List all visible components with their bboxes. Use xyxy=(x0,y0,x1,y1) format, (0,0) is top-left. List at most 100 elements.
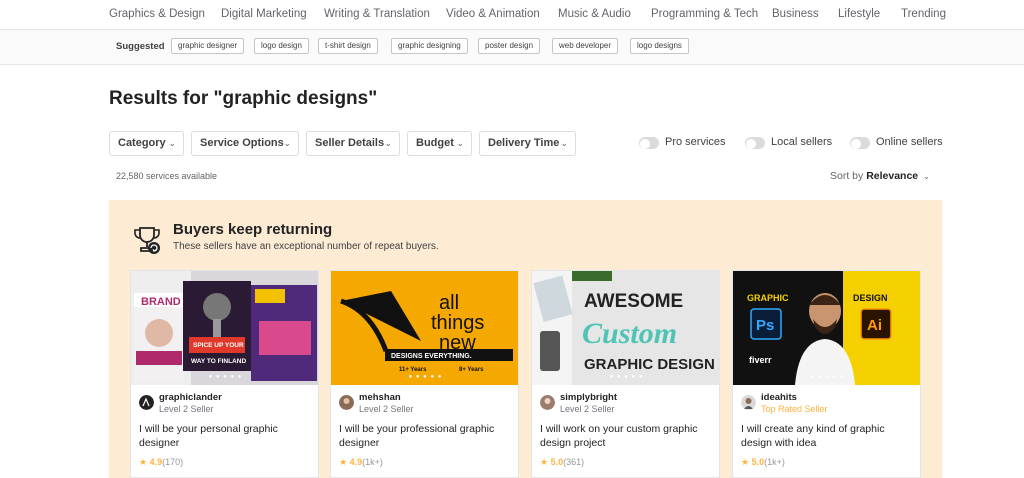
thumb-text: DESIGNS EVERYTHING. xyxy=(391,353,472,360)
star-icon: ★ xyxy=(540,457,549,467)
filter-label: Delivery Time xyxy=(488,137,560,149)
rating-count: (361) xyxy=(563,457,585,467)
chevron-down-icon: ⌄ xyxy=(384,138,392,148)
seller-level: Level 2 Seller xyxy=(359,404,414,414)
suggested-chip[interactable]: logo design xyxy=(254,38,309,54)
carousel-dots[interactable]: ● ● ● ● ● xyxy=(733,374,920,380)
gig-card[interactable]: all things new DESIGNS EVERYTHING. 11+ Y… xyxy=(330,270,519,478)
thumb-text: Ps xyxy=(756,317,774,334)
panel-title: Buyers keep returning xyxy=(173,221,333,238)
gig-title[interactable]: I will create any kind of graphic design… xyxy=(741,422,913,450)
trophy-icon xyxy=(134,227,160,254)
gig-card[interactable]: BRAND SPICE UP YOUR WAY TO FINLAND ● ● ●… xyxy=(130,270,319,478)
thumb-text: Ai xyxy=(867,317,882,334)
suggested-chip[interactable]: graphic designing xyxy=(391,38,468,54)
suggested-chip[interactable]: poster design xyxy=(478,38,541,54)
thumb-text: AWESOME xyxy=(584,291,683,312)
filter-seller-details[interactable]: Seller Details ⌄ xyxy=(306,131,400,156)
seller-name[interactable]: mehshan xyxy=(359,392,401,403)
thumb-text: GRAPHIC DESIGN xyxy=(584,356,715,373)
gig-rating: ★ 4.9(170) xyxy=(139,457,183,468)
rating-count: (170) xyxy=(162,457,184,467)
chevron-down-icon: ⌄ xyxy=(456,138,464,148)
seller-name[interactable]: ideahits xyxy=(761,392,797,403)
gig-thumbnail[interactable]: AWESOME Custom GRAPHIC DESIGN ● ● ● ● ● xyxy=(532,271,719,385)
filter-budget[interactable]: Budget ⌄ xyxy=(407,131,472,156)
nav-item-video-animation[interactable]: Video & Animation xyxy=(446,8,540,20)
thumb-text: Custom xyxy=(582,317,677,350)
thumb-text: 11+ Years xyxy=(399,367,427,373)
nav-item-writing-translation[interactable]: Writing & Translation xyxy=(324,8,430,20)
gig-title[interactable]: I will be your personal graphic designer xyxy=(139,422,311,450)
suggested-chip[interactable]: logo designs xyxy=(630,38,689,54)
gig-thumbnail[interactable]: GRAPHIC Ps DESIGN Ai fiverr ● ● ● ● ● xyxy=(733,271,920,385)
carousel-dots[interactable]: ● ● ● ● ● xyxy=(331,374,518,380)
thumb-text: WAY TO FINLAND xyxy=(191,358,246,365)
suggested-chip[interactable]: t-shirt design xyxy=(318,38,378,54)
toggle-label: Online sellers xyxy=(876,136,943,148)
gig-thumbnail[interactable]: BRAND SPICE UP YOUR WAY TO FINLAND ● ● ●… xyxy=(131,271,318,385)
category-nav: Graphics & Design Digital Marketing Writ… xyxy=(0,0,1024,30)
suggested-chip[interactable]: graphic designer xyxy=(171,38,245,54)
toggle-switch[interactable] xyxy=(745,137,765,149)
star-icon: ★ xyxy=(741,457,750,467)
rating-score: 5.0 xyxy=(751,457,765,467)
chevron-down-icon: ⌄ xyxy=(923,172,930,181)
carousel-dots[interactable]: ● ● ● ● ● xyxy=(131,374,318,380)
toggle-label: Local sellers xyxy=(771,136,833,148)
filter-service-options[interactable]: Service Options ⌄ xyxy=(191,131,299,156)
gig-title[interactable]: I will be your professional graphic desi… xyxy=(339,422,511,450)
rating-score: 5.0 xyxy=(550,457,564,467)
avatar[interactable] xyxy=(339,395,354,410)
results-count: 22,580 services available xyxy=(116,171,218,181)
chevron-down-icon: ⌄ xyxy=(168,138,176,148)
avatar[interactable] xyxy=(139,395,154,410)
chevron-down-icon: ⌄ xyxy=(283,138,291,148)
filter-category[interactable]: Category ⌄ xyxy=(109,131,184,156)
chevron-down-icon: ⌄ xyxy=(560,138,568,148)
rating-score: 4.9 xyxy=(149,457,163,467)
nav-item-programming-tech[interactable]: Programming & Tech xyxy=(651,8,758,20)
suggested-chip[interactable]: web developer xyxy=(552,38,619,54)
seller-level: Top Rated Seller xyxy=(761,404,828,414)
seller-level: Level 2 Seller xyxy=(159,404,214,414)
gig-rating: ★ 5.0(1k+) xyxy=(741,457,785,468)
filter-label: Category xyxy=(118,137,166,149)
thumb-text: 8+ Years xyxy=(459,367,484,373)
gig-card[interactable]: GRAPHIC Ps DESIGN Ai fiverr ● ● ● ● ● id… xyxy=(732,270,921,478)
avatar[interactable] xyxy=(741,395,756,410)
star-icon: ★ xyxy=(339,457,348,467)
filter-delivery-time[interactable]: Delivery Time ⌄ xyxy=(479,131,576,156)
nav-item-trending[interactable]: Trending xyxy=(901,8,946,20)
seller-name[interactable]: simplybright xyxy=(560,392,617,403)
thumb-text: DESIGN xyxy=(853,293,888,303)
filter-label: Service Options xyxy=(200,137,284,149)
sort-dropdown[interactable]: Sort by Relevance ⌄ xyxy=(830,170,930,182)
gig-card[interactable]: AWESOME Custom GRAPHIC DESIGN ● ● ● ● ● … xyxy=(531,270,720,478)
returning-buyers-panel: Buyers keep returning These sellers have… xyxy=(109,200,942,478)
results-heading: Results for "graphic designs" xyxy=(109,88,378,109)
nav-item-business[interactable]: Business xyxy=(772,8,819,20)
thumb-text: GRAPHIC xyxy=(747,293,789,303)
nav-item-lifestyle[interactable]: Lifestyle xyxy=(838,8,880,20)
carousel-dots[interactable]: ● ● ● ● ● xyxy=(532,374,719,380)
nav-item-music-audio[interactable]: Music & Audio xyxy=(558,8,631,20)
gig-rating: ★ 4.9(1k+) xyxy=(339,457,383,468)
rating-count: (1k+) xyxy=(362,457,383,467)
rating-count: (1k+) xyxy=(764,457,785,467)
suggested-bar: Suggested graphic designer logo design t… xyxy=(0,30,1024,65)
gig-thumbnail[interactable]: all things new DESIGNS EVERYTHING. 11+ Y… xyxy=(331,271,518,385)
avatar[interactable] xyxy=(540,395,555,410)
toggle-switch[interactable] xyxy=(639,137,659,149)
filter-label: Seller Details xyxy=(315,137,385,149)
nav-item-digital-marketing[interactable]: Digital Marketing xyxy=(221,8,307,20)
gig-title[interactable]: I will work on your custom graphic desig… xyxy=(540,422,712,450)
gig-rating: ★ 5.0(361) xyxy=(540,457,584,468)
toggle-switch[interactable] xyxy=(850,137,870,149)
thumb-text: things xyxy=(431,312,484,334)
nav-item-graphics-design[interactable]: Graphics & Design xyxy=(109,8,205,20)
star-icon: ★ xyxy=(139,457,148,467)
seller-name[interactable]: graphiclander xyxy=(159,392,222,403)
thumb-text: SPICE UP YOUR xyxy=(193,342,244,349)
suggested-label: Suggested xyxy=(116,41,165,52)
